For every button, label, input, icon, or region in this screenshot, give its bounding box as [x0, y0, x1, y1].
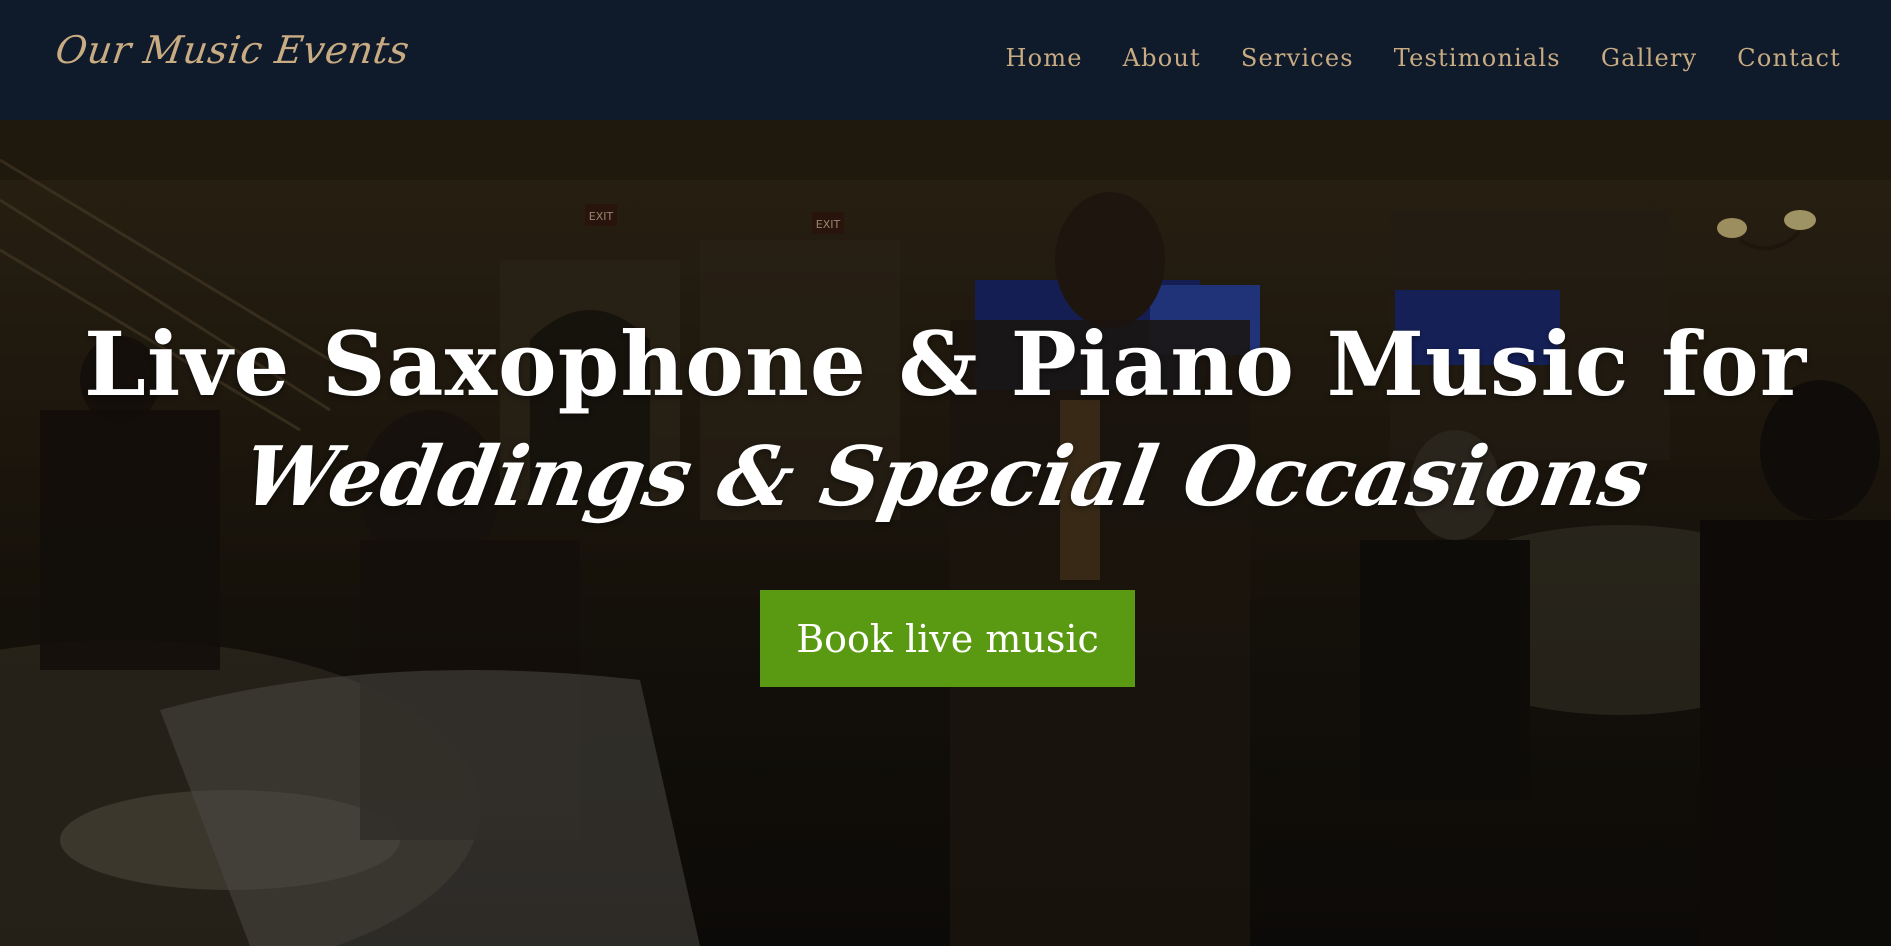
main-nav: Home About Services Testimonials Gallery… — [1005, 44, 1841, 72]
nav-link-services[interactable]: Services — [1241, 44, 1354, 72]
nav-link-testimonials[interactable]: Testimonials — [1394, 44, 1561, 72]
book-live-music-button[interactable]: Book live music — [760, 590, 1135, 687]
hero-subtitle: Weddings & Special Occasions — [235, 429, 1656, 525]
nav-link-gallery[interactable]: Gallery — [1601, 44, 1697, 72]
hero-title: Live Saxophone & Piano Music for — [83, 312, 1808, 416]
nav-link-about[interactable]: About — [1123, 44, 1201, 72]
hero-dark-overlay — [0, 120, 1891, 946]
site-logo[interactable]: Our Music Events — [53, 28, 412, 72]
nav-link-contact[interactable]: Contact — [1737, 44, 1841, 72]
hero-section: EXIT EXIT Live Saxophone & Piano Music f… — [0, 120, 1891, 946]
nav-link-home[interactable]: Home — [1005, 44, 1082, 72]
site-header: Our Music Events Home About Services Tes… — [0, 0, 1891, 120]
